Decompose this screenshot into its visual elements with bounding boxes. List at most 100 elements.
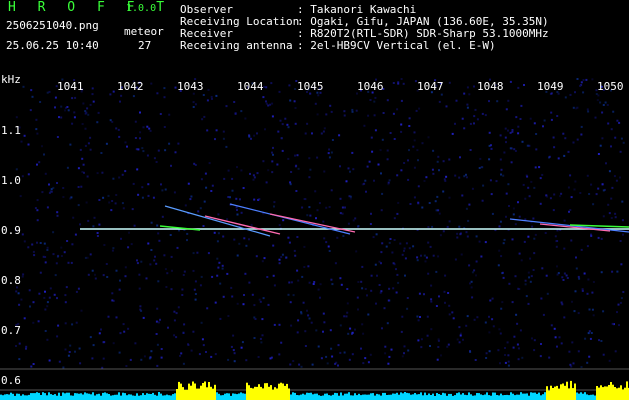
- noise-speck: [465, 173, 467, 176]
- noise-speck: [29, 305, 31, 308]
- noise-speck: [347, 222, 350, 225]
- noise-speck: [579, 192, 582, 194]
- noise-speck: [429, 245, 432, 248]
- spectrum-bar: [298, 395, 300, 400]
- spectrum-bar: [182, 387, 184, 400]
- noise-speck: [366, 294, 368, 297]
- noise-speck: [60, 246, 63, 249]
- spectrum-bar: [192, 381, 194, 400]
- noise-speck: [481, 112, 484, 115]
- noise-speck: [566, 277, 569, 279]
- noise-speck: [89, 148, 92, 151]
- noise-speck: [416, 315, 419, 318]
- noise-speck: [114, 202, 117, 205]
- noise-speck: [250, 137, 252, 140]
- noise-speck: [278, 323, 281, 326]
- noise-speck: [604, 101, 607, 104]
- noise-speck: [107, 315, 110, 318]
- noise-speck: [147, 194, 150, 197]
- spectrum-bar: [266, 383, 268, 400]
- noise-speck: [193, 162, 196, 165]
- noise-speck: [351, 108, 354, 111]
- noise-speck: [369, 223, 372, 225]
- noise-speck: [499, 220, 502, 223]
- noise-speck: [500, 173, 502, 176]
- noise-speck: [514, 150, 517, 152]
- noise-speck: [91, 357, 94, 360]
- spectrum-bar: [386, 395, 388, 400]
- noise-speck: [595, 193, 598, 196]
- noise-speck: [348, 358, 351, 361]
- noise-speck: [437, 346, 440, 348]
- noise-speck: [132, 95, 135, 98]
- spectrum-bar: [234, 393, 236, 400]
- noise-speck: [44, 330, 47, 332]
- noise-speck: [432, 149, 435, 152]
- noise-speck: [57, 324, 60, 327]
- noise-speck: [295, 190, 298, 192]
- noise-speck: [468, 203, 471, 206]
- noise-speck: [206, 307, 209, 310]
- noise-speck: [469, 282, 471, 285]
- noise-speck: [288, 241, 291, 244]
- spectrum-bar: [532, 392, 534, 400]
- noise-speck: [148, 127, 151, 130]
- noise-speck: [518, 288, 521, 290]
- noise-speck: [443, 178, 446, 181]
- noise-speck: [420, 346, 423, 349]
- noise-speck: [109, 93, 112, 96]
- noise-speck: [100, 328, 102, 331]
- noise-speck: [111, 200, 114, 202]
- noise-speck: [84, 144, 87, 147]
- noise-speck: [30, 89, 33, 92]
- spectrum-bar: [610, 382, 612, 400]
- noise-speck: [328, 250, 331, 252]
- noise-speck: [64, 348, 67, 351]
- noise-speck: [581, 288, 584, 291]
- spectrum-bar: [340, 392, 342, 400]
- noise-speck: [278, 224, 281, 227]
- noise-speck: [545, 274, 548, 277]
- noise-speck: [470, 286, 473, 289]
- spectrum-bar: [578, 393, 580, 400]
- noise-speck: [156, 307, 159, 310]
- noise-speck: [476, 118, 479, 121]
- noise-speck: [489, 299, 492, 302]
- spectrum-bar: [352, 395, 354, 400]
- noise-speck: [527, 186, 530, 189]
- noise-speck: [270, 356, 273, 359]
- noise-speck: [86, 175, 89, 178]
- noise-speck: [285, 256, 288, 259]
- spectrum-bar: [240, 392, 242, 400]
- noise-speck: [357, 225, 360, 227]
- spectrum-bar: [34, 393, 36, 400]
- noise-speck: [488, 350, 491, 353]
- noise-speck: [361, 287, 364, 290]
- noise-speck: [607, 203, 610, 206]
- noise-speck: [67, 109, 70, 112]
- noise-speck: [309, 168, 312, 171]
- noise-speck: [334, 362, 337, 365]
- noise-speck: [622, 141, 625, 144]
- noise-speck: [621, 200, 624, 203]
- spectrum-bar: [554, 386, 556, 400]
- noise-speck: [190, 195, 193, 198]
- noise-speck: [504, 127, 507, 130]
- noise-speck: [208, 162, 211, 165]
- noise-speck: [408, 117, 411, 120]
- spectrum-bar: [428, 393, 430, 400]
- noise-speck: [147, 242, 150, 245]
- spectrum-bar: [218, 393, 220, 400]
- noise-speck: [511, 238, 514, 241]
- noise-speck: [272, 274, 275, 277]
- noise-speck: [509, 80, 512, 83]
- noise-speck: [427, 136, 430, 139]
- noise-speck: [454, 122, 456, 125]
- noise-speck: [320, 357, 323, 360]
- noise-speck: [610, 217, 613, 219]
- noise-speck: [278, 90, 281, 93]
- spectrum-bar: [556, 385, 558, 400]
- noise-speck: [296, 236, 299, 238]
- spectrum-bar: [184, 389, 186, 400]
- noise-speck: [230, 345, 233, 348]
